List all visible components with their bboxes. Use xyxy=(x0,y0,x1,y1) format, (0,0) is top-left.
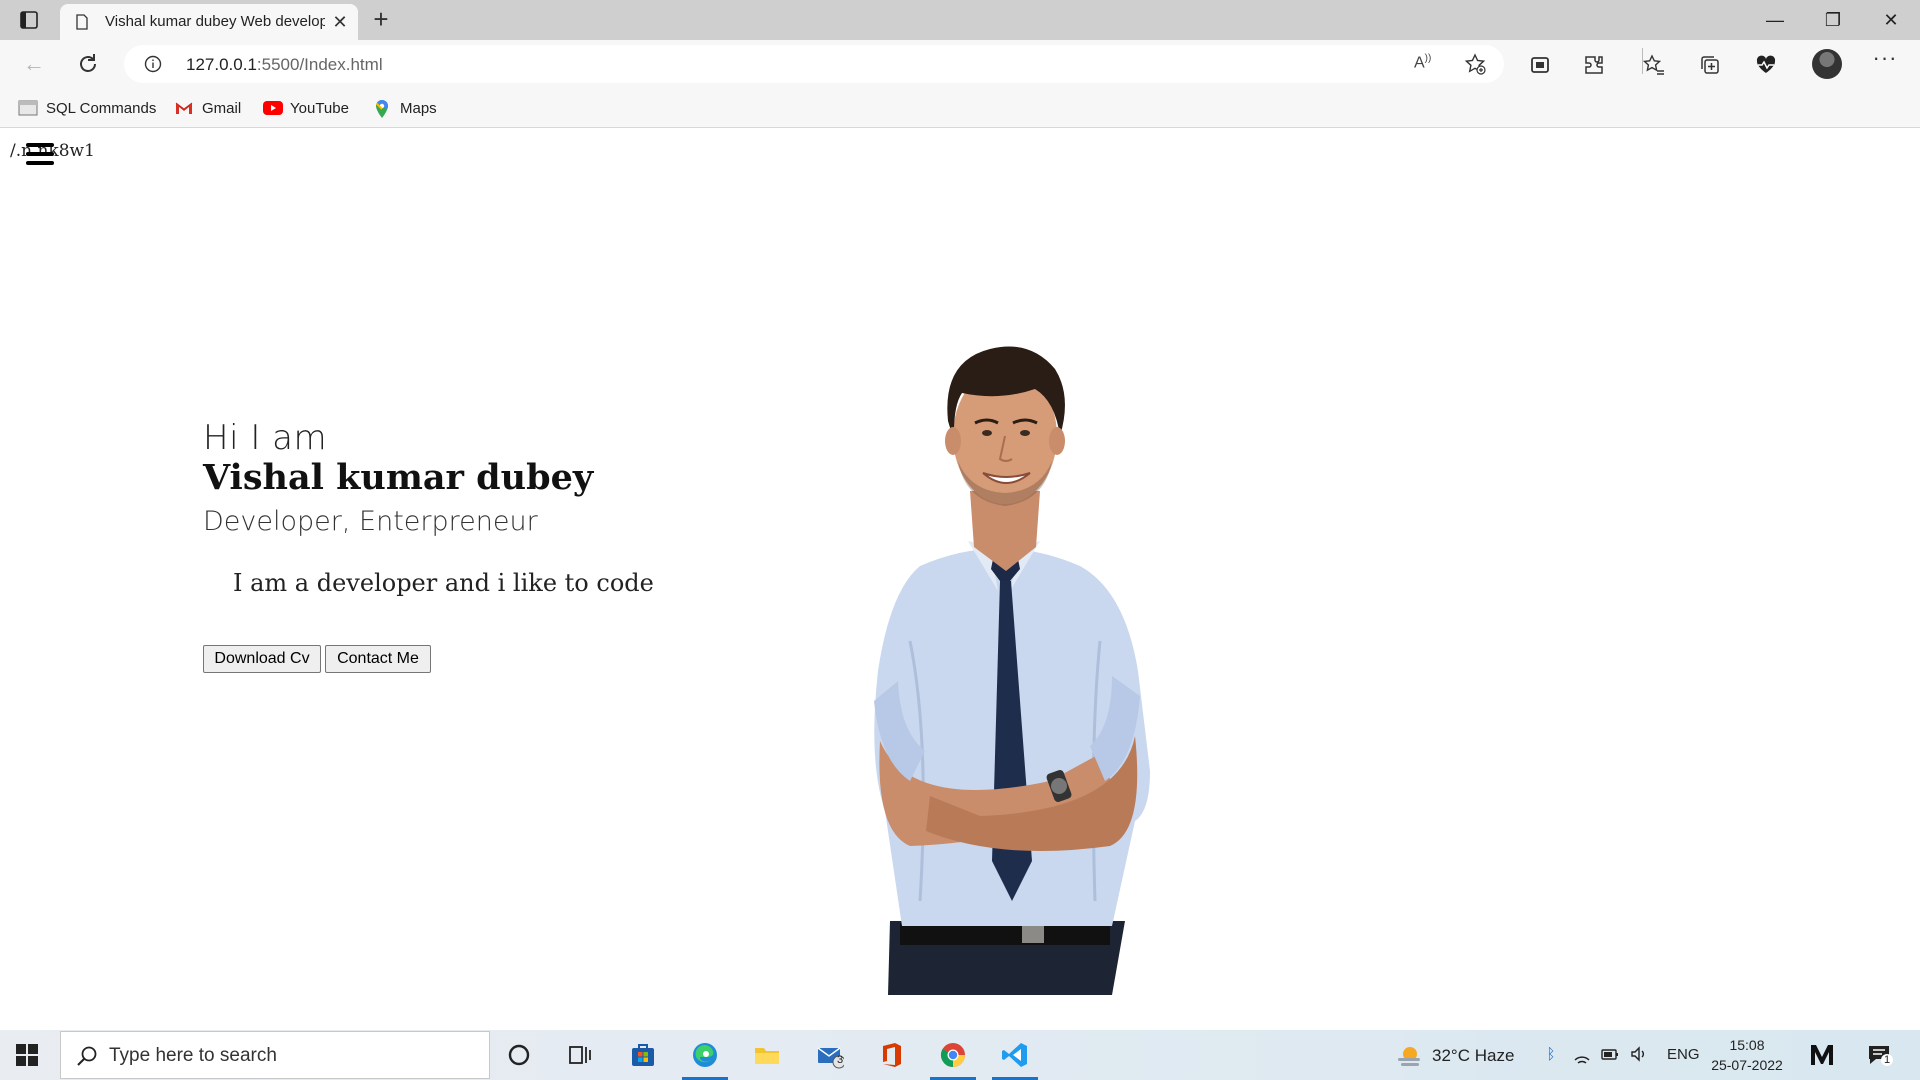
volume-icon[interactable] xyxy=(1629,1044,1649,1066)
clock-time: 15:08 xyxy=(1729,1037,1765,1053)
url-text[interactable]: 127.0.0.1:5500/Index.html xyxy=(186,55,383,75)
download-cv-button[interactable]: Download Cv xyxy=(203,645,321,673)
tab-actions-icon[interactable] xyxy=(18,9,40,31)
folder-icon xyxy=(18,99,38,117)
new-tab-button[interactable]: + xyxy=(368,6,394,32)
hero-greeting: Hi I am xyxy=(203,418,328,458)
minimize-icon[interactable]: — xyxy=(1752,6,1798,34)
system-clock[interactable]: 15:08 25-07-2022 xyxy=(1710,1035,1784,1075)
notifications-icon[interactable]: 1 xyxy=(1866,1042,1893,1068)
favorites-icon[interactable] xyxy=(1642,53,1666,77)
battery-icon[interactable] xyxy=(1600,1044,1620,1066)
url-path: :5500/Index.html xyxy=(256,55,383,74)
mail-badge: 3 xyxy=(837,1054,844,1066)
browser-tab[interactable]: Vishal kumar dubey Web developer ✕ xyxy=(60,4,358,40)
page-icon xyxy=(74,14,90,30)
language-indicator[interactable]: ENG xyxy=(1667,1046,1700,1063)
hero-name: Vishal kumar dubey xyxy=(203,457,594,498)
hamburger-menu-icon[interactable] xyxy=(26,143,56,165)
office-extension-icon[interactable] xyxy=(1528,53,1552,77)
youtube-icon xyxy=(262,99,283,117)
mail-icon[interactable]: 3 xyxy=(803,1030,857,1080)
maps-icon xyxy=(372,99,392,118)
medium-app-icon[interactable] xyxy=(1808,1042,1836,1075)
tab-close-icon[interactable]: ✕ xyxy=(330,12,350,32)
weather-text: 32°C Haze xyxy=(1432,1046,1515,1065)
bookmark-label: Gmail xyxy=(202,99,242,117)
notification-count: 1 xyxy=(1881,1054,1893,1066)
microsoft-store-icon[interactable] xyxy=(616,1030,670,1080)
add-favorite-icon[interactable] xyxy=(1464,53,1486,75)
restore-icon[interactable]: ❐ xyxy=(1810,6,1856,34)
contact-me-button[interactable]: Contact Me xyxy=(325,645,431,673)
edge-icon[interactable] xyxy=(678,1030,732,1080)
bluetooth-icon[interactable]: ᛒ xyxy=(1541,1044,1561,1066)
windows-start-icon[interactable] xyxy=(14,1042,40,1068)
more-menu-button[interactable]: ··· xyxy=(1870,47,1900,76)
url-host: 127.0.0.1 xyxy=(186,55,257,74)
bookmark-label: Maps xyxy=(400,99,437,117)
bookmark-gmail[interactable]: Gmail xyxy=(174,96,241,120)
hero-photo xyxy=(874,346,1150,995)
read-aloud-icon[interactable]: A)) xyxy=(1414,53,1431,72)
bookmark-label: YouTube xyxy=(290,99,349,117)
taskbar: Type here to search 3 32°C Haze ᛒ ENG 15… xyxy=(0,1030,1920,1080)
cortana-icon[interactable] xyxy=(492,1030,546,1080)
bookmark-youtube[interactable]: YouTube xyxy=(262,96,349,120)
taskbar-search-box[interactable]: Type here to search xyxy=(60,1031,490,1079)
hero-tagline: I am a developer and i like to code xyxy=(233,569,654,597)
vscode-icon[interactable] xyxy=(988,1030,1042,1080)
task-view-icon[interactable] xyxy=(553,1030,607,1080)
address-bar[interactable]: 127.0.0.1:5500/Index.html A)) xyxy=(124,45,1504,83)
collections-icon[interactable] xyxy=(1698,53,1722,77)
file-explorer-icon[interactable] xyxy=(740,1030,794,1080)
bookmark-label: SQL Commands xyxy=(46,99,157,117)
info-icon[interactable] xyxy=(144,55,162,73)
bookmark-sql-commands[interactable]: SQL Commands xyxy=(18,96,156,120)
search-icon xyxy=(75,1044,99,1068)
browser-toolbar: ← 127.0.0.1:5500/Index.html A)) ··· xyxy=(0,40,1920,88)
health-icon[interactable] xyxy=(1754,53,1778,77)
search-placeholder: Type here to search xyxy=(109,1045,277,1066)
window-close-icon[interactable]: ✕ xyxy=(1868,6,1914,34)
hero-roles: Developer, Enterpreneur xyxy=(203,506,538,537)
weather-widget[interactable]: 32°C Haze xyxy=(1396,1044,1514,1068)
tab-strip: Vishal kumar dubey Web developer ✕ + — ❐… xyxy=(0,0,1920,40)
gmail-icon xyxy=(174,99,194,117)
tab-title: Vishal kumar dubey Web developer xyxy=(105,13,325,30)
office-icon[interactable] xyxy=(864,1030,918,1080)
clock-date: 25-07-2022 xyxy=(1711,1057,1783,1073)
bookmark-maps[interactable]: Maps xyxy=(372,96,437,120)
extensions-icon[interactable] xyxy=(1582,53,1606,77)
wifi-icon[interactable] xyxy=(1572,1044,1592,1066)
chrome-icon[interactable] xyxy=(926,1030,980,1080)
page-viewport: /.n nk8w1 Hi I am Vishal kumar dubey Dev… xyxy=(0,129,1920,1030)
back-button[interactable]: ← xyxy=(20,52,48,76)
weather-haze-icon xyxy=(1396,1044,1422,1068)
refresh-button[interactable] xyxy=(74,50,102,78)
profile-avatar[interactable] xyxy=(1812,49,1842,79)
bookmarks-bar: SQL Commands Gmail YouTube Maps xyxy=(0,88,1920,128)
